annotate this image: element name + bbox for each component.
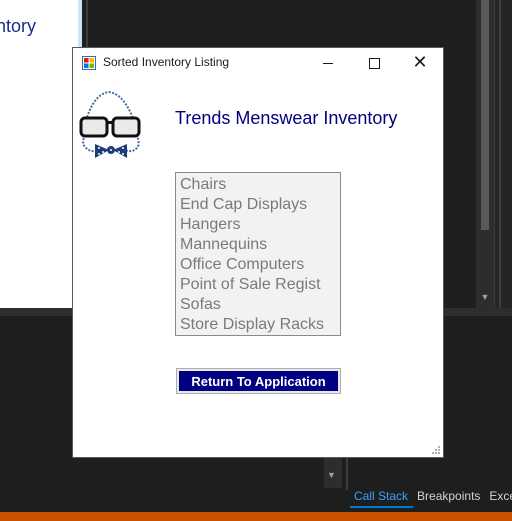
window-titlebar[interactable]: Sorted Inventory Listing ✕	[73, 48, 443, 78]
ide-designer-panel: ntory	[0, 0, 78, 308]
list-item[interactable]: Mannequins	[176, 235, 340, 255]
window-title: Sorted Inventory Listing	[103, 55, 230, 69]
list-item[interactable]: End Cap Displays	[176, 195, 340, 215]
close-icon: ✕	[412, 52, 428, 73]
list-item[interactable]: Office Computers	[176, 255, 340, 275]
ide-bottom-scrollbar[interactable]: ▼	[324, 458, 342, 488]
minimize-icon	[323, 62, 333, 64]
list-item[interactable]: Chairs	[176, 175, 340, 195]
list-item[interactable]: Store Display Racks	[176, 315, 340, 335]
ide-bottom-tabs: Call Stack Breakpoints Exce	[350, 486, 512, 508]
maximize-icon	[368, 57, 380, 69]
resize-grip-icon[interactable]	[431, 445, 441, 455]
ide-status-bar	[0, 512, 512, 521]
ide-scrollbar-thumb[interactable]	[481, 0, 489, 230]
scroll-down-arrow-icon[interactable]: ▼	[478, 292, 492, 304]
ide-side-strip	[494, 0, 512, 308]
ide-splitter	[86, 0, 88, 48]
inventory-listbox[interactable]: Chairs End Cap Displays Hangers Mannequi…	[175, 172, 341, 336]
tab-breakpoints[interactable]: Breakpoints	[413, 486, 485, 508]
glasses-bowtie-logo	[79, 90, 141, 158]
tab-exception-settings[interactable]: Exce	[485, 486, 512, 508]
list-item[interactable]: Point of Sale Regist	[176, 275, 340, 295]
maximize-button[interactable]	[351, 48, 397, 78]
return-button-label: Return To Application	[179, 371, 338, 391]
close-button[interactable]: ✕	[397, 48, 443, 78]
minimize-button[interactable]	[305, 48, 351, 78]
tab-call-stack[interactable]: Call Stack	[350, 486, 414, 508]
list-item[interactable]: Sofas	[176, 295, 340, 315]
ide-designer-label: ntory	[0, 16, 37, 36]
ide-bottom-separator	[346, 458, 348, 490]
list-item[interactable]: Hangers	[176, 215, 340, 235]
scroll-down-arrow-icon[interactable]: ▼	[327, 470, 336, 480]
return-to-application-button[interactable]: Return To Application	[176, 368, 341, 394]
inventory-heading: Trends Menswear Inventory	[175, 108, 398, 128]
sorted-inventory-window: Sorted Inventory Listing ✕ Trends Menswe…	[72, 47, 444, 458]
windows-form-icon	[82, 56, 96, 70]
ide-side-strip-line	[499, 0, 501, 308]
